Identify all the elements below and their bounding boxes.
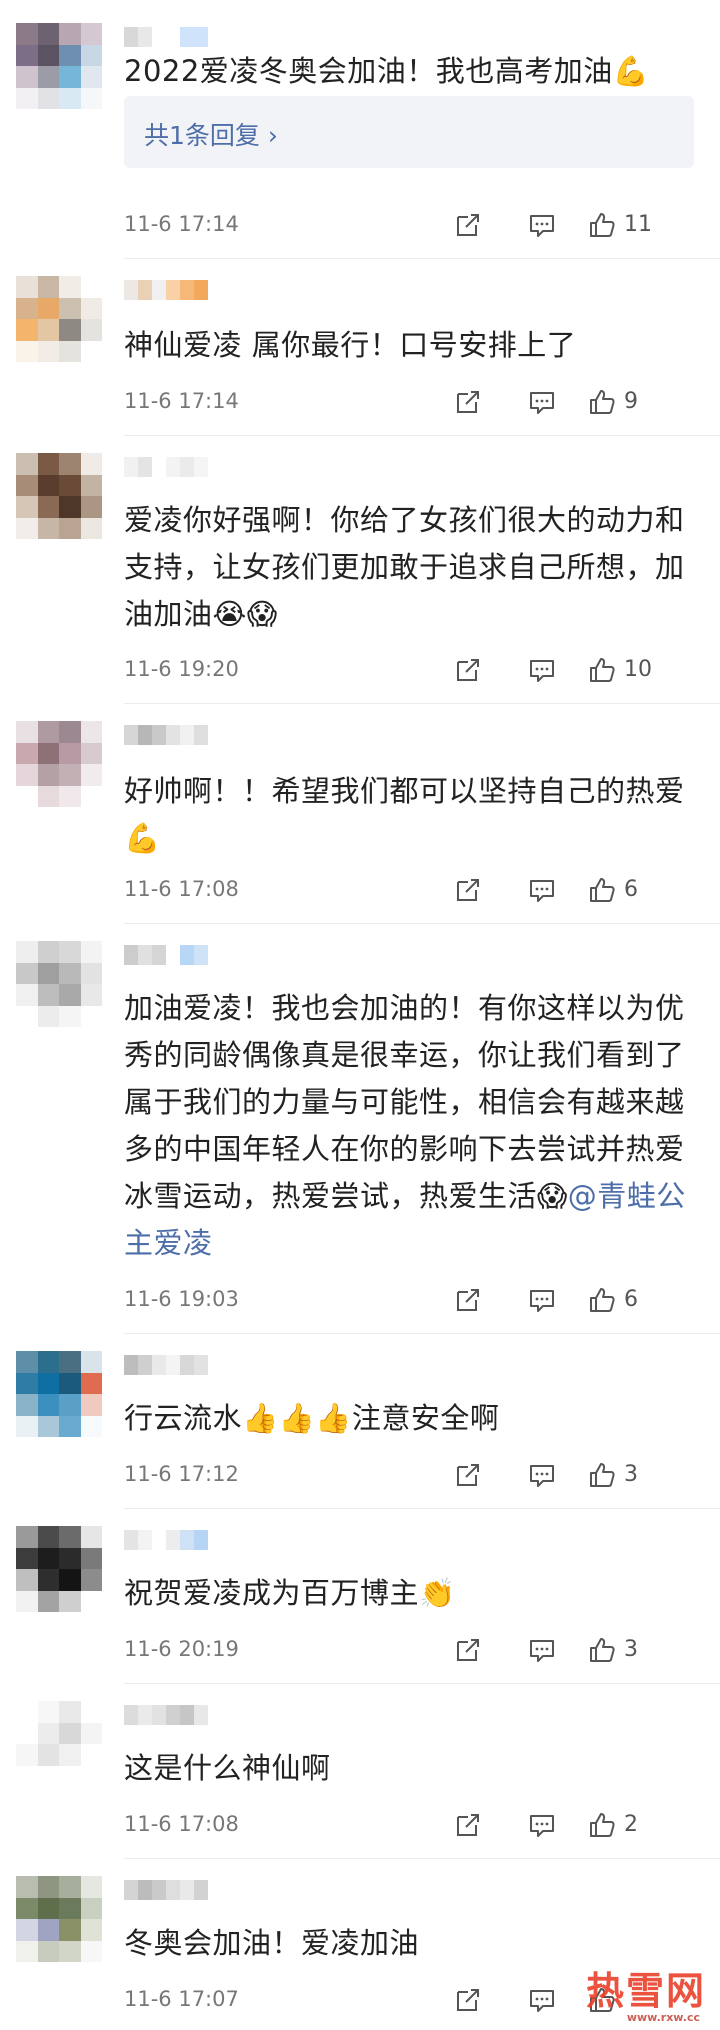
timestamp: 11-6 17:14 bbox=[124, 212, 239, 236]
like-count: 3 bbox=[624, 1637, 638, 1662]
username-blurred[interactable] bbox=[124, 27, 208, 47]
avatar[interactable] bbox=[16, 1351, 102, 1437]
timestamp: 11-6 17:08 bbox=[124, 877, 239, 901]
comment-icon[interactable] bbox=[526, 654, 558, 686]
like-icon[interactable] bbox=[586, 1634, 618, 1666]
comment-icon[interactable] bbox=[526, 1984, 558, 2016]
comment-icon[interactable] bbox=[526, 1284, 558, 1316]
comment-meta: 11-6 17:14 9 bbox=[124, 382, 720, 422]
comment-actions: 3 bbox=[452, 1455, 702, 1495]
avatar[interactable] bbox=[16, 1876, 102, 1962]
avatar[interactable] bbox=[16, 1526, 102, 1612]
username-blurred[interactable] bbox=[124, 1530, 208, 1550]
timestamp: 11-6 17:12 bbox=[124, 1462, 239, 1486]
comment-text: 这是什么神仙啊 bbox=[124, 1751, 331, 1785]
avatar[interactable] bbox=[16, 453, 102, 539]
comment-icon[interactable] bbox=[526, 209, 558, 241]
share-icon[interactable] bbox=[452, 1459, 484, 1491]
username-blurred[interactable] bbox=[124, 280, 208, 300]
comment-actions: 2 bbox=[452, 1805, 702, 1845]
timestamp: 11-6 17:08 bbox=[124, 1812, 239, 1836]
divider bbox=[124, 435, 720, 436]
username-blurred[interactable] bbox=[124, 457, 208, 477]
comment-actions: 6 bbox=[452, 1280, 702, 1320]
comment-meta: 11-6 17:12 3 bbox=[124, 1455, 720, 1495]
avatar[interactable] bbox=[16, 23, 102, 109]
avatar[interactable] bbox=[16, 941, 102, 1027]
replies-link[interactable]: 共1条回复 › bbox=[144, 116, 278, 152]
watermark: 热雪网 www.rxw.cc bbox=[562, 1956, 712, 2026]
like-count: 3 bbox=[624, 1462, 638, 1487]
like-icon[interactable] bbox=[586, 209, 618, 241]
comment-text: 神仙爱凌 属你最行！口号安排上了 bbox=[124, 328, 577, 362]
avatar[interactable] bbox=[16, 1701, 102, 1787]
comment-meta: 11-6 17:08 2 bbox=[124, 1805, 720, 1845]
comment-meta: 11-6 20:19 3 bbox=[124, 1630, 720, 1670]
comment-icon[interactable] bbox=[526, 1809, 558, 1841]
share-icon[interactable] bbox=[452, 1809, 484, 1841]
like-count: 6 bbox=[624, 877, 638, 902]
timestamp: 11-6 19:03 bbox=[124, 1287, 239, 1311]
divider bbox=[124, 1683, 720, 1684]
comment-text: 加油爱凌！我也会加油的！有你这样以为优秀的同龄偶像真是很幸运，你让我们看到了属于… bbox=[124, 985, 690, 1267]
share-icon[interactable] bbox=[452, 1634, 484, 1666]
comment-text: 行云流水👍👍👍注意安全啊 bbox=[124, 1401, 500, 1435]
comment-actions: 6 bbox=[452, 870, 702, 910]
comment-meta: 11-6 17:14 11 bbox=[124, 205, 720, 245]
like-icon[interactable] bbox=[586, 386, 618, 418]
comment-actions: 10 bbox=[452, 650, 702, 690]
comment-meta: 11-6 19:03 6 bbox=[124, 1280, 720, 1320]
replies-box[interactable]: 共1条回复 › bbox=[124, 96, 694, 168]
like-icon[interactable] bbox=[586, 1809, 618, 1841]
share-icon[interactable] bbox=[452, 1284, 484, 1316]
comment-text: 爱凌你好强啊！你给了女孩们很大的动力和支持，让女孩们更加敢于追求自己所想，加油加… bbox=[124, 503, 685, 631]
share-icon[interactable] bbox=[452, 209, 484, 241]
watermark-url: www.rxw.cc bbox=[626, 2011, 700, 2024]
like-icon[interactable] bbox=[586, 1284, 618, 1316]
username-blurred[interactable] bbox=[124, 725, 208, 745]
divider bbox=[124, 923, 720, 924]
comment-text: 2022爱凌冬奥会加油！我也高考加油💪 bbox=[124, 54, 650, 88]
like-icon[interactable] bbox=[586, 654, 618, 686]
username-blurred[interactable] bbox=[124, 1705, 208, 1725]
watermark-logo: 热雪网 bbox=[585, 1969, 706, 2013]
comment-actions: 3 bbox=[452, 1630, 702, 1670]
divider bbox=[124, 703, 720, 704]
avatar[interactable] bbox=[16, 276, 102, 362]
comment-icon[interactable] bbox=[526, 1459, 558, 1491]
username-blurred[interactable] bbox=[124, 1355, 208, 1375]
comment-text: 祝贺爱凌成为百万博主👏 bbox=[124, 1576, 456, 1610]
share-icon[interactable] bbox=[452, 1984, 484, 2016]
comment-text: 好帅啊！！希望我们都可以坚持自己的热爱💪 bbox=[124, 774, 685, 855]
divider bbox=[124, 1333, 720, 1334]
divider bbox=[124, 1858, 720, 1859]
share-icon[interactable] bbox=[452, 386, 484, 418]
comment-meta: 11-6 17:08 6 bbox=[124, 870, 720, 910]
username-blurred[interactable] bbox=[124, 1880, 208, 1900]
timestamp: 11-6 17:14 bbox=[124, 389, 239, 413]
timestamp: 11-6 20:19 bbox=[124, 1637, 239, 1661]
comment-icon[interactable] bbox=[526, 386, 558, 418]
share-icon[interactable] bbox=[452, 874, 484, 906]
like-icon[interactable] bbox=[586, 1459, 618, 1491]
avatar[interactable] bbox=[16, 721, 102, 807]
divider bbox=[124, 1508, 720, 1509]
divider bbox=[124, 258, 720, 259]
like-count: 2 bbox=[624, 1812, 638, 1837]
like-icon[interactable] bbox=[586, 874, 618, 906]
like-count: 9 bbox=[624, 389, 638, 414]
like-count: 6 bbox=[624, 1287, 638, 1312]
timestamp: 11-6 19:20 bbox=[124, 657, 239, 681]
like-count: 11 bbox=[624, 212, 652, 237]
share-icon[interactable] bbox=[452, 654, 484, 686]
comment-actions: 11 bbox=[452, 205, 702, 245]
comment-icon[interactable] bbox=[526, 874, 558, 906]
comment-icon[interactable] bbox=[526, 1634, 558, 1666]
comment-actions: 9 bbox=[452, 382, 702, 422]
username-blurred[interactable] bbox=[124, 945, 208, 965]
like-count: 10 bbox=[624, 657, 652, 682]
comment-meta: 11-6 19:20 10 bbox=[124, 650, 720, 690]
timestamp: 11-6 17:07 bbox=[124, 1987, 239, 2011]
